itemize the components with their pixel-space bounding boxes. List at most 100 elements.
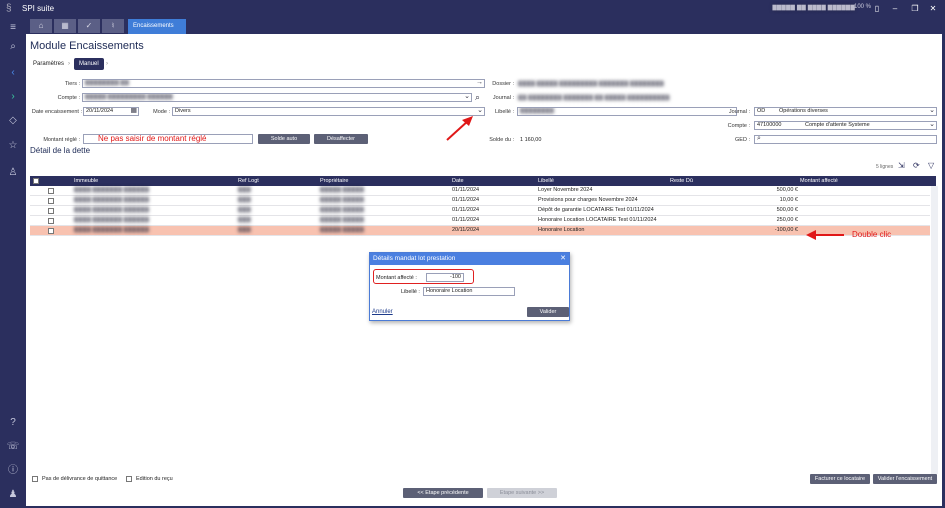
compte-select[interactable]: ▇▇▇▇▇ ▇▇▇▇▇▇▇▇▇ ▇▇▇▇▇▇ ⌄	[82, 93, 472, 102]
table-row[interactable]: ▇▇▇▇ ▇▇▇▇▇▇▇ ▇▇▇▇▇▇ ▇▇▇ ▇▇▇▇▇ ▇▇▇▇▇ 01/11/2…	[30, 186, 930, 196]
support-icon[interactable]: ☏	[5, 440, 21, 454]
select-all-checkbox[interactable]	[33, 178, 39, 184]
desaffecter-button[interactable]: Désaffecter	[314, 134, 368, 144]
dossier-label: Dossier :	[492, 81, 514, 87]
solde-auto-button[interactable]: Solde auto	[258, 134, 310, 144]
row-checkbox[interactable]	[48, 227, 54, 234]
compte-label: Compte :	[57, 95, 80, 101]
diamond-icon[interactable]: ◇	[5, 114, 21, 128]
menu-icon[interactable]: ≡	[5, 21, 21, 35]
previous-step-button[interactable]: << Etape précédente	[403, 488, 483, 498]
star-icon[interactable]: ☆	[5, 139, 21, 153]
journal2-select[interactable]: OD Opérations diverses ⌄	[754, 107, 937, 116]
row-checkbox[interactable]	[48, 197, 54, 204]
calendar-picker-icon[interactable]: ▦	[130, 108, 137, 114]
check-icon[interactable]: ✓	[78, 19, 100, 33]
row-checkbox[interactable]	[48, 217, 54, 224]
chevron-left-icon[interactable]: ‹	[5, 66, 21, 80]
cell-montant-affecte: 500,00 €	[776, 207, 798, 213]
cell-montant-affecte: -100,00 €	[774, 227, 798, 233]
breadcrumb-separator-icon: ›	[68, 61, 70, 67]
table-scrollbar[interactable]	[931, 186, 938, 474]
table-row[interactable]: ▇▇▇▇ ▇▇▇▇▇▇▇ ▇▇▇▇▇▇ ▇▇▇ ▇▇▇▇▇ ▇▇▇▇▇ 01/11/2…	[30, 206, 930, 216]
page-title: Module Encaissements	[30, 40, 144, 52]
document-icon[interactable]: ▯	[871, 3, 883, 14]
col-immeuble[interactable]: Immeuble	[74, 176, 98, 186]
notification-icon[interactable]: ♙	[5, 166, 21, 180]
compte2-select[interactable]: 47100000 Compte d'attente Systeme ⌄	[754, 121, 937, 130]
help-icon[interactable]: ?	[5, 416, 21, 430]
cell-libelle: Dépôt de garantie LOCATAIRE Test 01/11/2…	[538, 207, 654, 213]
calendar-icon[interactable]: ▦	[54, 19, 76, 33]
dialog-valider-button[interactable]: Valider	[527, 307, 569, 317]
arrow-annotation-icon	[806, 230, 844, 240]
chevron-down-icon[interactable]: ⌄	[464, 94, 470, 100]
ged-input[interactable]: ⌕	[754, 135, 937, 144]
facturer-locataire-button[interactable]: Facturer ce locataire	[810, 474, 870, 484]
col-montant-affecte[interactable]: Montant affecté	[800, 176, 838, 186]
cell-date: 01/11/2024	[452, 207, 480, 213]
search-icon[interactable]: ⌕	[757, 136, 761, 142]
arrow-right-icon[interactable]: →	[476, 80, 483, 86]
cell-proprietaire: ▇▇▇▇▇ ▇▇▇▇▇	[320, 197, 364, 203]
chevron-down-icon[interactable]: ⌄	[929, 108, 935, 114]
filter-icon[interactable]: ▽	[928, 161, 934, 170]
date-field[interactable]: 20/11/2024 ▦	[83, 107, 139, 116]
cell-libelle: Loyer Novembre 2024	[538, 187, 593, 193]
row-count: 5 lignes	[876, 164, 894, 170]
row-checkbox[interactable]	[48, 207, 54, 214]
dialog-annuler-link[interactable]: Annuler	[372, 309, 393, 315]
cell-libelle: Honoraire Location	[538, 227, 585, 233]
no-quittance-checkbox[interactable]	[32, 476, 38, 482]
next-step-button[interactable]: Etape suivante >>	[487, 488, 557, 498]
bell-icon[interactable]: ♮	[102, 19, 124, 33]
col-libelle[interactable]: Libellé	[538, 176, 554, 186]
refresh-icon[interactable]: ⟳	[913, 161, 920, 170]
valider-encaissement-button[interactable]: Valider l'encaissement	[873, 474, 937, 484]
chevron-down-icon[interactable]: ⌄	[477, 108, 483, 114]
cell-date: 20/11/2024	[452, 227, 480, 233]
mode-select[interactable]: Divers ⌄	[172, 107, 485, 116]
table-row[interactable]: ▇▇▇▇ ▇▇▇▇▇▇▇ ▇▇▇▇▇▇ ▇▇▇ ▇▇▇▇▇ ▇▇▇▇▇ 01/11/2…	[30, 216, 930, 226]
cell-date: 01/11/2024	[452, 187, 480, 193]
dialog-title: Détails mandat lot prestation	[370, 253, 569, 265]
title-bar: § SPI suite ▇▇▇▇▇ ▇▇ ▇▇▇▇ ▇▇▇▇▇▇ 100 % ▯…	[0, 0, 945, 18]
cell-libelle: Honoraire Location LOCATAIRE Test 01/11/…	[538, 217, 657, 223]
table-row[interactable]: ▇▇▇▇ ▇▇▇▇▇▇▇ ▇▇▇▇▇▇ ▇▇▇ ▇▇▇▇▇ ▇▇▇▇▇ 20/11/2…	[30, 226, 930, 236]
table-row[interactable]: ▇▇▇▇ ▇▇▇▇▇▇▇ ▇▇▇▇▇▇ ▇▇▇ ▇▇▇▇▇ ▇▇▇▇▇ 01/11/2…	[30, 196, 930, 206]
minimize-icon[interactable]: –	[889, 3, 901, 14]
col-ref-logt[interactable]: Ref Logt	[238, 176, 259, 186]
user-icon[interactable]: ♟	[5, 488, 21, 502]
info-icon[interactable]: ⓘ	[5, 464, 21, 478]
dialog-libelle-input[interactable]: Honoraire Location	[423, 287, 515, 296]
row-checkbox[interactable]	[48, 187, 54, 194]
tab-encaissements[interactable]: Encaissements	[128, 19, 186, 34]
close-icon[interactable]: ✕	[927, 3, 939, 14]
libelle-input[interactable]: ▇▇▇▇▇▇▇▇	[517, 107, 737, 116]
sidebar: ≡ ⌕ ‹ › ◇ ☆ ♙ ? ☏ ⓘ ♟	[0, 18, 26, 508]
cell-ref-logt: ▇▇▇	[238, 187, 251, 193]
breadcrumb-step-parametres[interactable]: Paramètres	[33, 58, 64, 70]
section-title: Détail de la dette	[30, 146, 91, 155]
export-icon[interactable]: ⇲	[898, 161, 905, 170]
table-header: Immeuble Ref Logt Propriétaire Date Libe…	[30, 176, 936, 186]
tiers-field[interactable]: ▇▇▇▇▇▇▇▇ ▇▇ →	[82, 79, 485, 88]
compte2-label: Compte :	[727, 123, 750, 129]
journal-value: ▇▇ ▇▇▇▇▇▇▇▇ ▇▇▇▇▇▇▇ ▇▇ ▇▇▇▇▇ ▇▇▇▇▇▇▇▇▇▇	[518, 95, 670, 101]
cell-date: 01/11/2024	[452, 197, 480, 203]
search-icon[interactable]: ⌕	[5, 40, 21, 54]
search-account-icon[interactable]: ⌕	[475, 92, 480, 103]
chevron-down-icon[interactable]: ⌄	[929, 122, 935, 128]
close-icon[interactable]: ✕	[560, 253, 566, 265]
breadcrumb-step-manuel[interactable]: Manuel	[74, 58, 104, 70]
edition-recu-checkbox[interactable]	[126, 476, 132, 482]
chevron-right-icon[interactable]: ›	[5, 90, 21, 104]
col-date[interactable]: Date	[452, 176, 464, 186]
col-proprietaire[interactable]: Propriétaire	[320, 176, 348, 186]
breadcrumb-separator-icon: ›	[106, 61, 108, 67]
col-reste-du[interactable]: Reste Dû	[670, 176, 693, 186]
cell-date: 01/11/2024	[452, 217, 480, 223]
home-icon[interactable]: ⌂	[30, 19, 52, 33]
restore-icon[interactable]: ❐	[909, 3, 921, 14]
double-clic-annotation: Double clic	[852, 230, 892, 239]
